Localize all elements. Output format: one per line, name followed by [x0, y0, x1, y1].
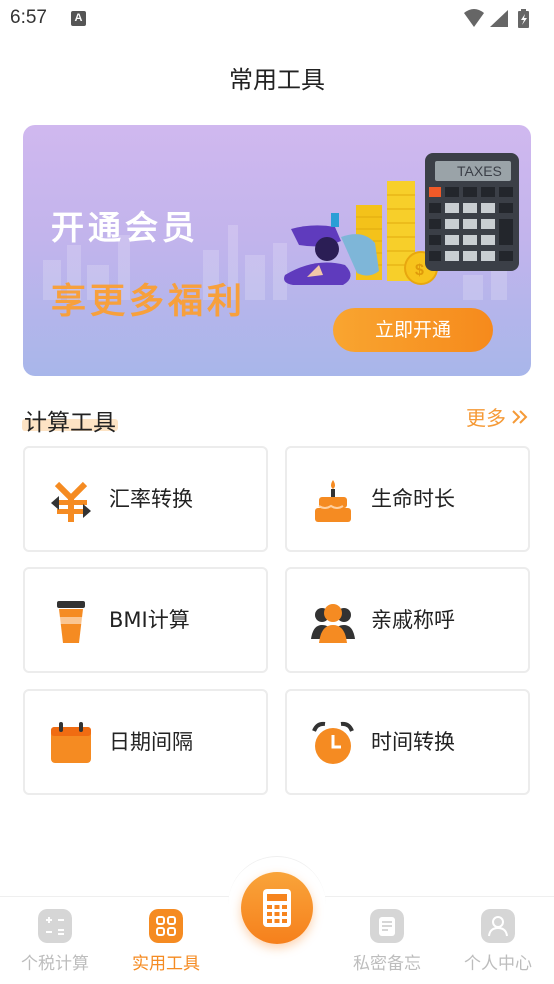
membership-banner[interactable]: $ TAXES 开通会员 享更多福利 立即开通 — [23, 125, 531, 376]
calculator-display: TAXES — [457, 163, 502, 179]
tool-label: 时间转换 — [371, 730, 455, 754]
status-time: 6:57 — [10, 7, 47, 28]
banner-subtitle: 享更多福利 — [51, 282, 247, 322]
more-label: 更多 — [466, 406, 506, 430]
more-link[interactable]: 更多 — [466, 402, 530, 431]
tool-card-relatives[interactable]: 亲戚称呼 — [285, 567, 530, 673]
nav-memo[interactable]: 私密备忘 — [337, 909, 437, 974]
section-title: 计算工具 — [24, 410, 116, 436]
signal-icon — [490, 10, 508, 27]
page-title: 常用工具 — [229, 66, 325, 94]
tool-card-time-conversion[interactable]: 时间转换 — [285, 689, 530, 795]
exchange-rate-icon — [51, 481, 91, 522]
people-icon — [311, 604, 355, 643]
page: 6:57 A 常用工具 $ TAXES 开通会员 享更多福利 立即开通 计算工具… — [0, 0, 554, 984]
nav-profile[interactable]: 个人中心 — [448, 909, 548, 974]
tool-label: 汇率转换 — [109, 487, 193, 511]
tool-label: BMI计算 — [109, 608, 190, 632]
tool-label: 日期间隔 — [109, 730, 193, 754]
nav-label: 私密备忘 — [353, 954, 421, 974]
nav-label: 个税计算 — [21, 954, 89, 974]
activate-membership-button[interactable]: 立即开通 — [333, 308, 493, 352]
nav-tools[interactable]: 实用工具 — [116, 909, 216, 974]
cake-icon — [315, 480, 351, 522]
calculator-illustration: TAXES — [425, 153, 519, 271]
calculator-icon — [263, 889, 291, 927]
calendar-icon — [51, 722, 91, 763]
nav-label: 实用工具 — [132, 954, 200, 974]
a-icon: A — [71, 11, 86, 26]
status-bar: 6:57 A — [0, 0, 554, 38]
tool-card-exchange-rate[interactable]: 汇率转换 — [23, 446, 268, 552]
tax-calc-icon — [38, 909, 72, 943]
memo-icon — [370, 909, 404, 943]
tool-label: 生命时长 — [371, 487, 455, 511]
tools-grid-icon — [149, 909, 183, 943]
banner-title: 开通会员 — [51, 208, 199, 247]
tool-card-life-duration[interactable]: 生命时长 — [285, 446, 530, 552]
status-icons — [464, 9, 529, 28]
svg-text:$: $ — [415, 262, 424, 279]
alarm-clock-icon — [312, 721, 354, 764]
center-calculator-button[interactable] — [241, 872, 313, 944]
double-chevron-right-icon — [512, 409, 528, 424]
wifi-icon — [464, 9, 484, 27]
battery-charging-icon — [518, 9, 529, 28]
tool-card-bmi[interactable]: BMI计算 — [23, 567, 268, 673]
tool-label: 亲戚称呼 — [371, 608, 455, 632]
nav-tax-calc[interactable]: 个税计算 — [5, 909, 105, 974]
cup-icon — [57, 601, 85, 643]
nav-label: 个人中心 — [464, 954, 532, 974]
user-icon — [481, 909, 515, 943]
tool-card-date-interval[interactable]: 日期间隔 — [23, 689, 268, 795]
